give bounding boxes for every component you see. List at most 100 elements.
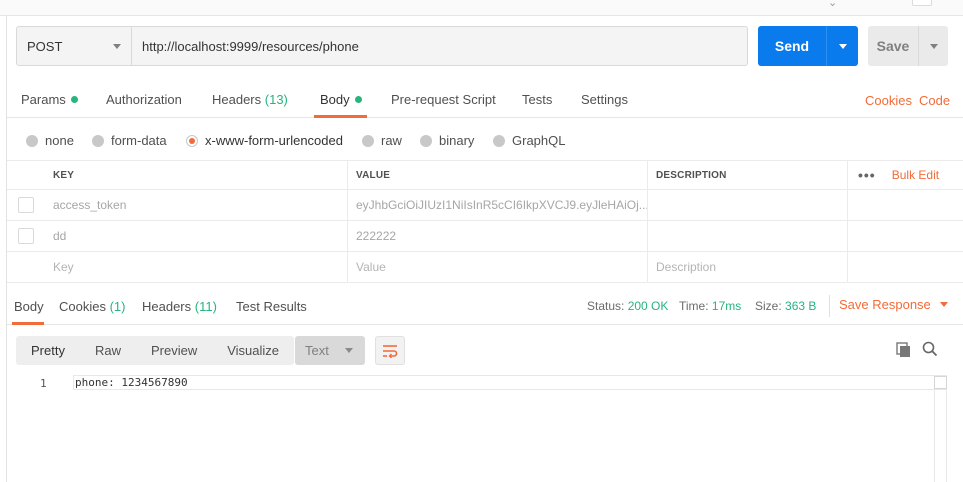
editor-scrollbar[interactable] (934, 376, 947, 482)
send-options-button[interactable] (827, 26, 858, 66)
table-row: dd 222222 (7, 221, 963, 252)
view-visualize[interactable]: Visualize (212, 336, 294, 365)
save-response-button[interactable]: Save Response (839, 297, 948, 312)
row-checkbox-cell (7, 221, 45, 251)
column-header-value: VALUE (347, 161, 647, 189)
size-value: 363 B (785, 299, 817, 313)
new-description-input[interactable]: Description (647, 252, 847, 282)
radio-none[interactable]: none (26, 133, 74, 148)
new-value-input[interactable]: Value (347, 252, 647, 282)
time-value: 17ms (711, 299, 742, 313)
window-control[interactable] (912, 0, 932, 6)
row-checkbox-cell (7, 190, 45, 220)
code-line: phone: 1234567890 (73, 375, 947, 390)
format-select[interactable]: Text (295, 336, 365, 365)
table-row-new: Key Value Description (7, 252, 963, 283)
chevron-down-icon (838, 43, 847, 49)
radio-x-www-form-urlencoded[interactable]: x-www-form-urlencoded (186, 133, 343, 148)
tab-body[interactable]: Body (320, 92, 362, 107)
chevron-down-icon[interactable]: ⌄ (828, 0, 837, 9)
radio-icon (493, 134, 505, 147)
radio-graphql[interactable]: GraphQL (493, 133, 565, 148)
radio-binary[interactable]: binary (420, 133, 474, 148)
view-raw[interactable]: Raw (80, 336, 136, 365)
params-table: KEY VALUE DESCRIPTION ••• Bulk Edit acce… (7, 160, 963, 283)
response-tab-test-results[interactable]: Test Results (236, 299, 307, 314)
checkbox[interactable] (18, 228, 34, 244)
wrap-lines-button[interactable] (375, 336, 405, 365)
chevron-down-icon (113, 43, 121, 49)
radio-icon (26, 134, 38, 147)
line-number: 1 (40, 377, 47, 390)
headers-count: (11) (194, 299, 217, 314)
response-tab-body[interactable]: Body (14, 299, 44, 314)
new-key-input[interactable]: Key (45, 252, 347, 282)
radio-icon (92, 134, 104, 147)
url-input[interactable]: http://localhost:9999/resources/phone (132, 26, 748, 66)
request-bar: POST http://localhost:9999/resources/pho… (16, 26, 748, 66)
tab-pre-request-script[interactable]: Pre-request Script (391, 92, 496, 107)
save-button[interactable]: Save (868, 26, 948, 66)
method-select[interactable]: POST (16, 26, 132, 66)
code-link[interactable]: Code (919, 93, 950, 108)
view-preview[interactable]: Preview (136, 336, 212, 365)
send-button[interactable]: Send (758, 26, 858, 66)
chevron-down-icon (929, 43, 938, 49)
tab-headers[interactable]: Headers (13) (212, 92, 288, 107)
more-options-icon[interactable]: ••• (858, 167, 876, 183)
view-toolbar: Pretty Raw Preview Visualize (16, 336, 295, 365)
method-label: POST (27, 38, 63, 54)
tab-authorization[interactable]: Authorization (106, 92, 182, 107)
view-pretty[interactable]: Pretty (16, 336, 80, 365)
column-header-key: KEY (53, 169, 75, 181)
radio-form-data[interactable]: form-data (92, 133, 167, 148)
active-tab-underline (12, 322, 44, 325)
tab-params[interactable]: Params (21, 92, 78, 107)
send-label: Send (774, 38, 810, 54)
tab-tests[interactable]: Tests (522, 92, 552, 107)
checkbox[interactable] (18, 197, 34, 213)
bulk-edit-link[interactable]: Bulk Edit (892, 168, 939, 182)
param-description[interactable] (647, 221, 847, 251)
table-row: access_token eyJhbGciOiJIUzI1NiIsInR5cCI… (7, 190, 963, 221)
search-icon[interactable] (922, 341, 938, 357)
table-header: KEY VALUE DESCRIPTION ••• Bulk Edit (7, 160, 963, 190)
param-description[interactable] (647, 190, 847, 220)
column-header-description: DESCRIPTION (647, 161, 847, 189)
param-value[interactable]: 222222 (347, 221, 647, 251)
radio-icon (362, 134, 374, 147)
headers-count: (13) (264, 92, 288, 107)
response-bar: Body Cookies (1) Headers (11) Test Resul… (7, 285, 963, 325)
response-tab-headers[interactable]: Headers (11) (142, 299, 217, 314)
indicator-dot-icon (70, 96, 78, 103)
active-tab-underline (314, 115, 367, 118)
format-label: Text (305, 343, 329, 358)
request-tabs: Params Authorization Headers (13) Body P… (7, 82, 963, 118)
copy-icon[interactable] (896, 342, 912, 358)
view-mode-segmented: Pretty Raw Preview Visualize (16, 336, 295, 365)
param-key[interactable]: access_token (45, 190, 347, 220)
save-options-button[interactable] (919, 26, 948, 66)
status-value: 200 OK (627, 299, 669, 313)
cookies-count: (1) (109, 299, 126, 314)
chevron-down-icon (939, 302, 948, 307)
param-key[interactable]: dd (45, 221, 347, 251)
response-tab-cookies[interactable]: Cookies (1) (59, 299, 125, 314)
tab-settings[interactable]: Settings (581, 92, 628, 107)
scrollbar-thumb[interactable] (934, 376, 947, 389)
top-strip: ⌄ (0, 0, 963, 16)
save-label: Save (876, 38, 910, 54)
cookies-link[interactable]: Cookies (865, 93, 912, 108)
wrap-lines-icon (383, 344, 398, 358)
status-readout: Status: 200 OK (587, 299, 669, 313)
radio-icon (420, 134, 432, 147)
radio-selected-icon (186, 134, 198, 147)
radio-raw[interactable]: raw (362, 133, 402, 148)
time-readout: Time: 17ms (679, 299, 742, 313)
response-editor[interactable]: 1 phone: 1234567890 (16, 375, 947, 482)
table-actions: ••• Bulk Edit (847, 161, 963, 189)
param-value[interactable]: eyJhbGciOiJIUzI1NiIsInR5cCI6IkpXVCJ9.eyJ… (347, 190, 647, 220)
url-text: http://localhost:9999/resources/phone (142, 38, 359, 54)
size-readout: Size: 363 B (755, 299, 817, 313)
chevron-down-icon (345, 348, 353, 353)
